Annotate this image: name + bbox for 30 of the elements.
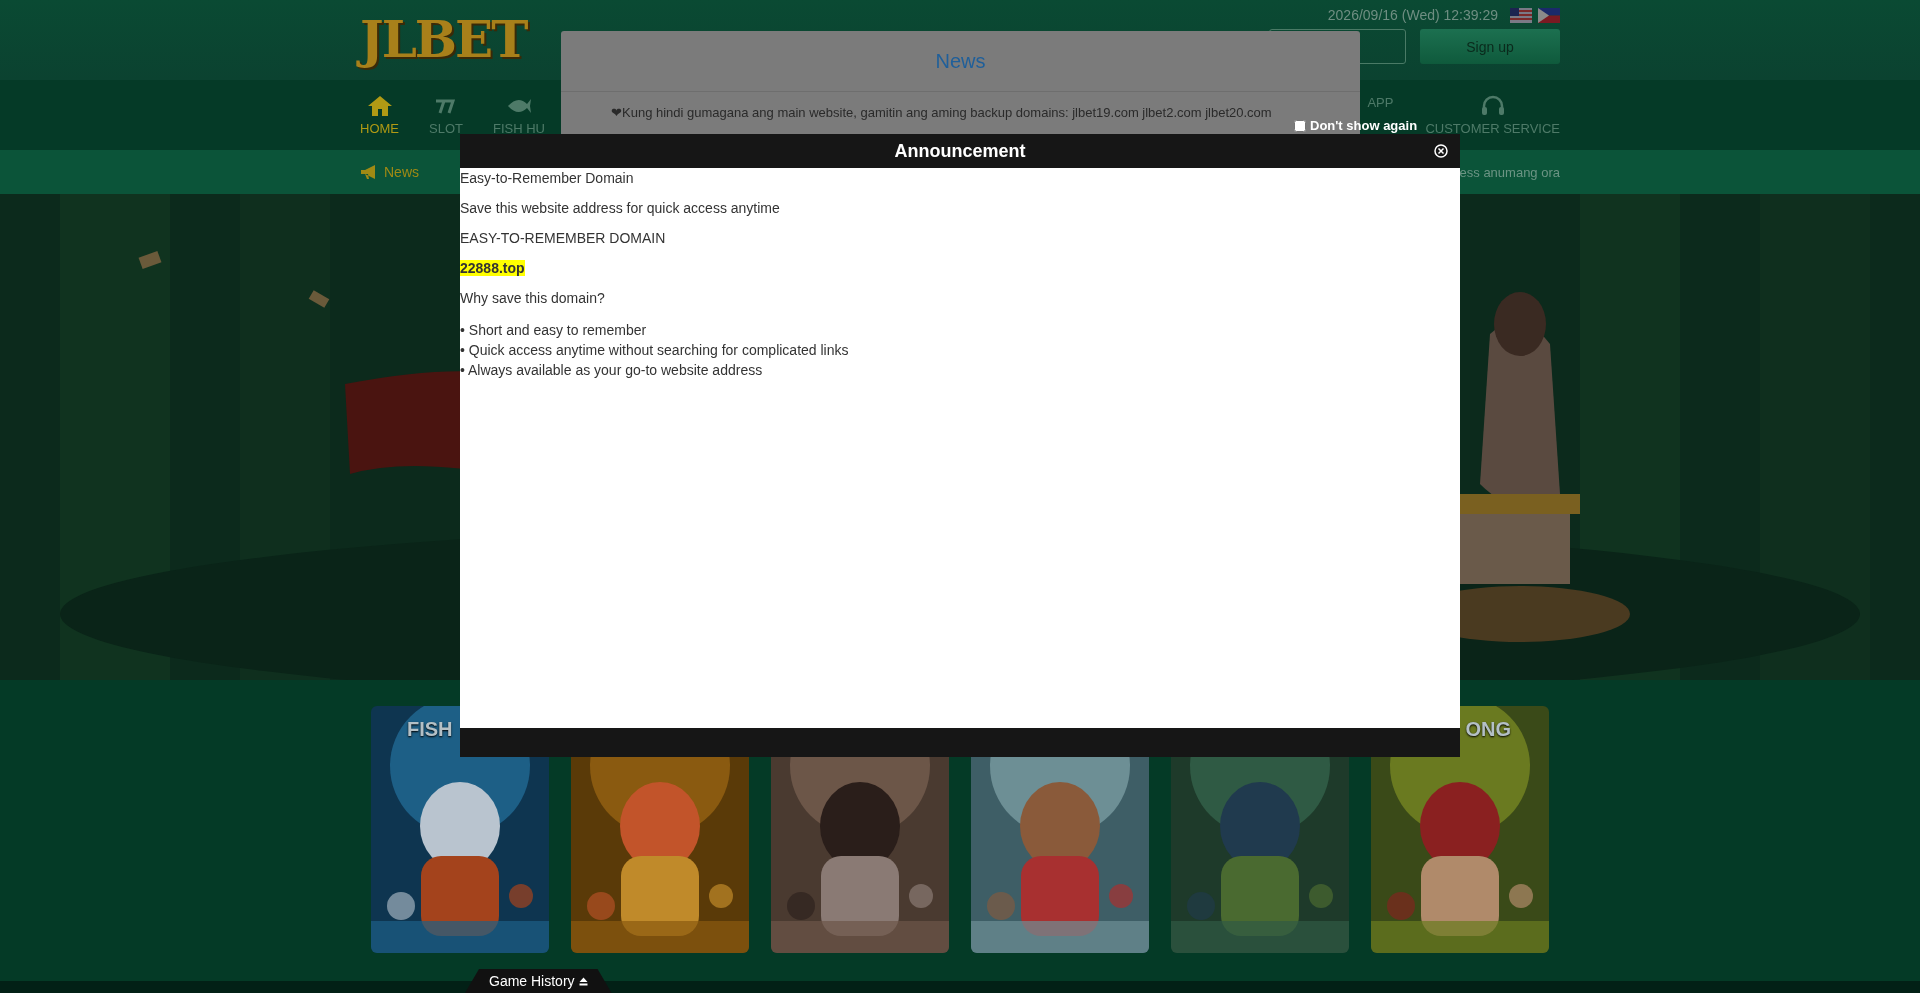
checkbox[interactable] (1294, 119, 1306, 132)
card-title: ONG (1465, 718, 1511, 741)
nav-item[interactable]: SLOT (429, 95, 463, 136)
close-icon[interactable] (1434, 144, 1448, 158)
news-label: News (360, 164, 419, 181)
announcement-text: Easy-to-Remember Domain (460, 170, 635, 186)
eject-icon (578, 976, 588, 986)
checkbox-label[interactable]: Don't show again (1310, 118, 1418, 133)
date-time: 2026/09/16 (Wed) 12:39:29 (1327, 7, 1498, 23)
bullet-item: • Always available as your go-to website address (460, 361, 764, 380)
news-ticker-text: ess anumang ora (1459, 164, 1560, 180)
home-icon (366, 95, 393, 117)
domain-highlight: 22888.top (460, 260, 525, 276)
modal-title: News (561, 31, 1360, 92)
nav-item[interactable]: HOME (360, 95, 399, 136)
nav-item[interactable]: FISH HU (492, 95, 545, 136)
announcement-text: Save this website address for quick access anytime (460, 200, 781, 216)
flag-icon[interactable] (1510, 7, 1532, 23)
card-title: FISH (407, 718, 453, 741)
announcement-text: EASY-TO-REMEMBER DOMAIN (460, 230, 667, 246)
dialog-title: Announcement (894, 140, 1026, 162)
announcement-text: Why save this domain? (460, 290, 606, 306)
nav-item[interactable]: CUSTOMER SERVICE (1425, 95, 1560, 136)
game-history-tab[interactable]: Game History (465, 969, 612, 993)
signup-button[interactable]: Sign up (1420, 29, 1560, 64)
flag-icon[interactable] (1538, 7, 1560, 23)
headset-icon (1479, 95, 1506, 117)
bullet-item: • Quick access anytime without searching for complicated links (460, 341, 850, 360)
news-item: ❤Kung hindi gumagana ang main website, gamitin ang aming backup domains: jlbet19.com jlbet2.com jlbet20.com (611, 104, 1273, 122)
bullet-item: • Short and easy to remember (460, 321, 648, 340)
